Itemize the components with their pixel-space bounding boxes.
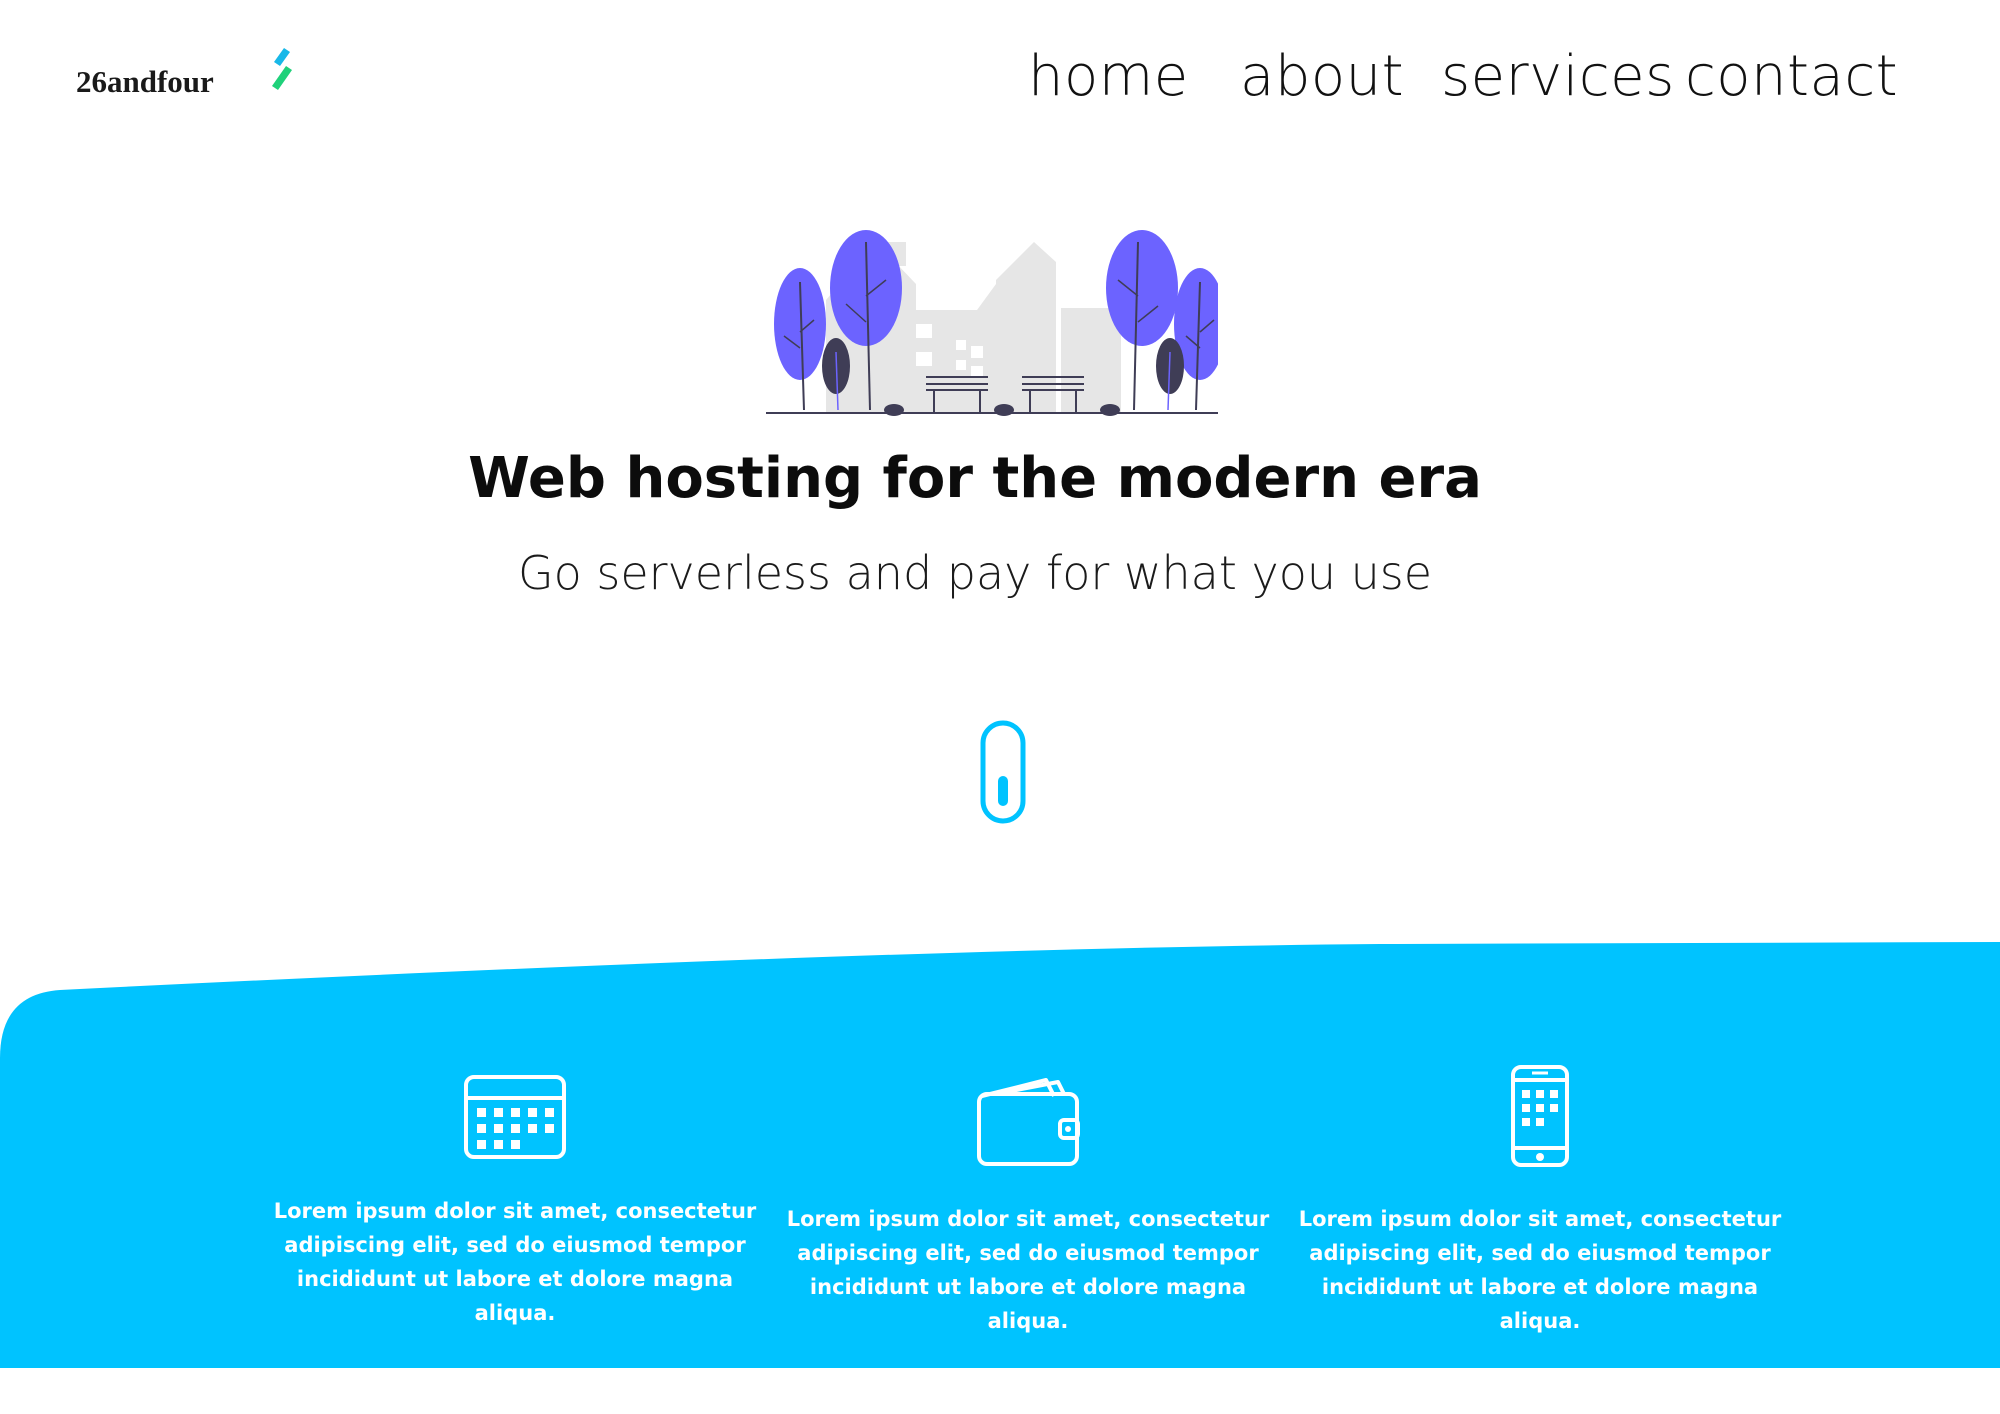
feature-text: Lorem ipsum dolor sit amet, consectetur …	[786, 1207, 1270, 1333]
feature-text: Lorem ipsum dolor sit amet, consectetur …	[1298, 1207, 1782, 1333]
calendar-icon	[464, 1075, 566, 1159]
wallet-icon	[977, 1078, 1080, 1166]
scroll-down-icon[interactable]	[980, 720, 1026, 824]
page-bottom	[0, 1368, 2000, 1414]
feature-card: Lorem ipsum dolor sit amet, consectetur …	[778, 1074, 1278, 1338]
nav-contact[interactable]: contact	[1685, 44, 1898, 109]
hero-subtitle: Go serverless and pay for what you use	[517, 546, 1433, 600]
feature-card: Lorem ipsum dolor sit amet, consectetur …	[265, 1074, 765, 1330]
city-park-illustration	[766, 230, 1218, 416]
hero-title: Web hosting for the modern era	[468, 446, 1482, 511]
feature-card: Lorem ipsum dolor sit amet, consectetur …	[1290, 1064, 1790, 1338]
nav-services[interactable]: services	[1441, 44, 1675, 109]
main-nav: home about services contact	[0, 44, 2000, 124]
nav-about[interactable]: about	[1240, 44, 1404, 109]
nav-home[interactable]: home	[1028, 44, 1189, 109]
feature-text: Lorem ipsum dolor sit amet, consectetur …	[273, 1199, 757, 1325]
features-section: Lorem ipsum dolor sit amet, consectetur …	[0, 938, 2000, 1368]
smartphone-icon	[1511, 1065, 1569, 1167]
